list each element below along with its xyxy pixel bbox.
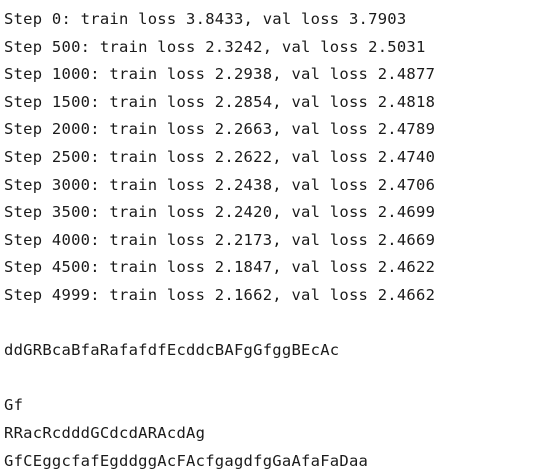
blank-line xyxy=(4,310,534,338)
log-line-step-3000: Step 3000: train loss 2.2438, val loss 2… xyxy=(4,172,534,200)
generated-sample: ddGRBcaBfaRafafdfEcddcBAFgGfggBEcAc Gf R… xyxy=(4,337,534,475)
console-output: Step 0: train loss 3.8433, val loss 3.79… xyxy=(4,6,534,475)
log-line-step-4500: Step 4500: train loss 2.1847, val loss 2… xyxy=(4,254,534,282)
log-line-step-3500: Step 3500: train loss 2.2420, val loss 2… xyxy=(4,199,534,227)
log-line-step-0: Step 0: train loss 3.8433, val loss 3.79… xyxy=(4,6,534,34)
sample-line-5: GfCEggcfafEgddggAcFAcfgagdfgGaAfaFaDaa xyxy=(4,448,534,475)
log-line-step-1500: Step 1500: train loss 2.2854, val loss 2… xyxy=(4,89,534,117)
log-line-step-2500: Step 2500: train loss 2.2622, val loss 2… xyxy=(4,144,534,172)
log-line-step-1000: Step 1000: train loss 2.2938, val loss 2… xyxy=(4,61,534,89)
sample-line-2 xyxy=(4,365,534,393)
sample-line-1: ddGRBcaBfaRafafdfEcddcBAFgGfggBEcAc xyxy=(4,337,534,365)
log-line-step-500: Step 500: train loss 2.3242, val loss 2.… xyxy=(4,34,534,62)
log-line-step-4999: Step 4999: train loss 2.1662, val loss 2… xyxy=(4,282,534,310)
sample-line-3: Gf xyxy=(4,392,534,420)
log-line-step-4000: Step 4000: train loss 2.2173, val loss 2… xyxy=(4,227,534,255)
training-log: Step 0: train loss 3.8433, val loss 3.79… xyxy=(4,6,534,310)
log-line-step-2000: Step 2000: train loss 2.2663, val loss 2… xyxy=(4,116,534,144)
sample-line-4: RRacRcdddGCdcdARAcdAg xyxy=(4,420,534,448)
